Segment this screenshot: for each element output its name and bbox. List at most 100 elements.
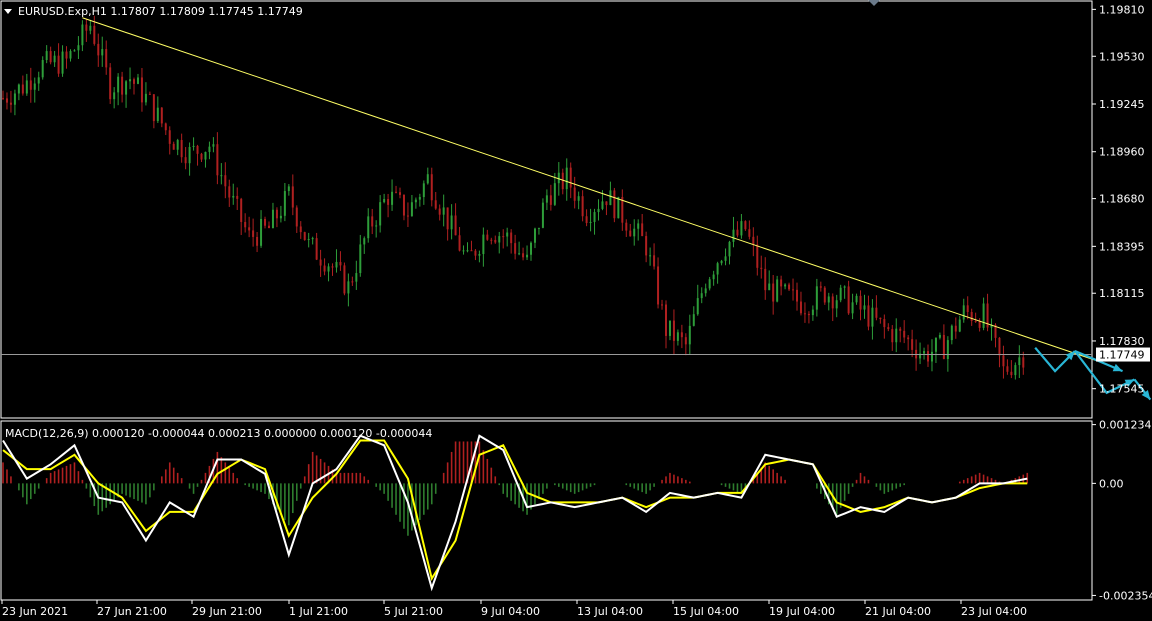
candle-body: [140, 77, 143, 103]
candle-body: [645, 236, 648, 256]
candle-body: [379, 202, 382, 226]
price-tick-label: 1.19530: [1099, 50, 1145, 63]
candle-body: [152, 94, 155, 122]
candle-body: [89, 25, 92, 31]
candle-body: [811, 309, 814, 316]
candle-body: [522, 253, 525, 258]
time-tick-label: 9 Jul 04:00: [481, 605, 540, 618]
candle-body: [629, 230, 632, 237]
candle-body: [192, 145, 195, 147]
candle-body: [220, 175, 223, 177]
candle-body: [410, 202, 413, 217]
candle-body: [506, 232, 509, 237]
candle-body: [45, 51, 48, 61]
candle-body: [688, 325, 691, 345]
candle-body: [708, 279, 711, 289]
candle-body: [545, 195, 548, 203]
candle-body: [748, 229, 751, 237]
candle-body: [788, 284, 791, 290]
candle-body: [101, 49, 104, 56]
candle-body: [732, 229, 735, 242]
candle-body: [69, 51, 72, 59]
candle-body: [780, 279, 783, 287]
candle-body: [823, 287, 826, 303]
candle-body: [792, 289, 795, 291]
candle-body: [129, 79, 132, 82]
candle-body: [125, 81, 128, 95]
candle-body: [33, 83, 36, 90]
candle-body: [25, 80, 28, 94]
candle-body: [819, 286, 822, 288]
candle-body: [323, 265, 326, 272]
candle-body: [891, 329, 894, 343]
candle-body: [526, 254, 529, 258]
candle-body: [700, 293, 703, 299]
candle-body: [160, 107, 163, 124]
candle-body: [442, 207, 445, 215]
candle-body: [752, 236, 755, 245]
candle-body: [454, 215, 457, 236]
candle-body: [168, 130, 171, 144]
time-tick-label: 5 Jul 21:00: [384, 605, 443, 618]
candle-body: [29, 80, 32, 90]
candle-body: [930, 351, 933, 362]
candle-body: [923, 351, 926, 354]
candle-body: [502, 236, 505, 238]
candle-body: [212, 144, 215, 147]
candle-body: [117, 76, 120, 93]
candle-body: [962, 305, 965, 320]
candle-body: [275, 209, 278, 219]
candle-body: [831, 296, 834, 309]
candle-body: [1010, 371, 1013, 376]
candle-body: [867, 305, 870, 327]
candle-body: [903, 330, 906, 338]
candle-body: [176, 140, 179, 150]
time-tick-label: 27 Jun 21:00: [97, 605, 167, 618]
symbol-selector[interactable]: EURUSD.Exp,H1 1.17807 1.17809 1.17745 1.…: [4, 5, 303, 18]
candle-body: [307, 239, 310, 241]
candle-body: [371, 216, 374, 227]
candle-body: [954, 325, 957, 332]
price-tick-label: 1.18680: [1099, 193, 1145, 206]
candle-body: [696, 298, 699, 315]
candle-body: [363, 238, 366, 245]
candle-body: [311, 238, 314, 240]
macd-tick-label: -0.002354: [1099, 589, 1152, 602]
candle-body: [383, 199, 386, 203]
time-tick-label: 19 Jul 04:00: [769, 605, 835, 618]
candle-body: [796, 289, 798, 302]
candle-body: [97, 43, 100, 56]
candle-body: [347, 281, 350, 294]
candle-body: [879, 317, 882, 320]
candle-body: [982, 303, 985, 328]
candle-body: [938, 334, 941, 338]
candle-body: [855, 295, 858, 303]
candle-body: [113, 92, 116, 100]
candle-body: [77, 45, 80, 51]
candle-body: [260, 218, 263, 246]
candle-body: [514, 243, 517, 254]
candle-body: [664, 304, 667, 336]
candle-body: [807, 313, 810, 316]
candle-body: [200, 153, 203, 160]
candle-body: [661, 304, 664, 306]
candle-body: [887, 327, 890, 330]
candle-body: [395, 191, 398, 193]
candle-body: [319, 259, 322, 266]
candle-body: [228, 186, 231, 198]
candle-body: [1006, 366, 1009, 372]
candle-body: [37, 77, 40, 84]
candle-body: [760, 267, 763, 269]
candle-body: [597, 208, 600, 213]
candle-body: [835, 300, 838, 309]
candle-body: [184, 157, 187, 164]
candle-body: [41, 60, 44, 78]
candle-body: [236, 195, 239, 199]
candle-body: [434, 200, 437, 209]
candle-body: [605, 201, 608, 206]
candle-body: [172, 143, 175, 150]
price-tick-label: 1.18395: [1099, 240, 1145, 253]
time-tick-label: 21 Jul 04:00: [865, 605, 931, 618]
candle-body: [676, 332, 679, 341]
candle-body: [934, 337, 937, 352]
